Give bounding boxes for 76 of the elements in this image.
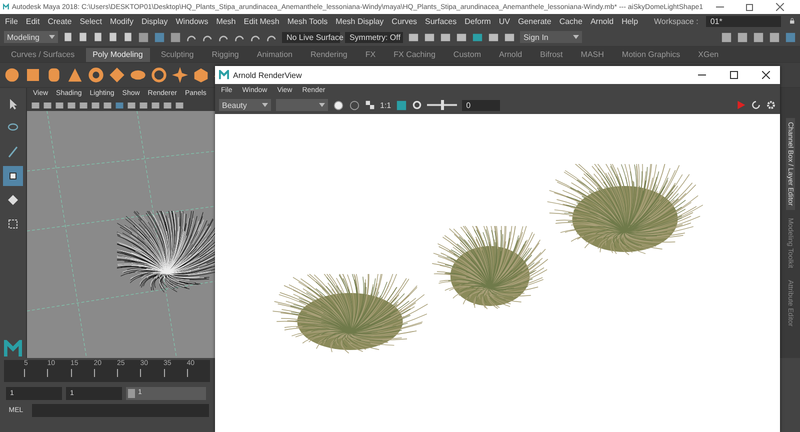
logo-icon: [3, 2, 9, 12]
torus-icon[interactable]: [88, 67, 104, 83]
slider-handle[interactable]: [440, 100, 444, 110]
arrow-icon: [7, 98, 19, 110]
menu-item[interactable]: UV: [498, 16, 510, 26]
shelf-tab[interactable]: Rendering: [303, 48, 354, 62]
zoom-ratio-button[interactable]: 1:1: [380, 100, 392, 110]
brush-icon: [7, 146, 19, 158]
menu-item[interactable]: Windows: [176, 16, 208, 26]
diamond-icon[interactable]: [109, 67, 125, 83]
square-icon: [128, 388, 135, 398]
shelf-tab[interactable]: Curves / Surfaces: [4, 48, 82, 62]
menu-item[interactable]: Mesh Display: [336, 16, 384, 26]
symmetry-dropdown[interactable]: Symmetry: Off: [345, 32, 404, 42]
caret-icon: [573, 35, 580, 39]
shelf-tab[interactable]: Motion Graphics: [614, 48, 688, 62]
close-icon: [762, 71, 770, 79]
shelf-tab[interactable]: Bifrost: [533, 48, 570, 62]
scale-icon: [7, 218, 19, 230]
menu-item[interactable]: Arnold: [590, 16, 614, 26]
star-icon[interactable]: [172, 67, 188, 83]
caret-icon: [49, 35, 56, 39]
close-icon: [776, 3, 784, 11]
mode-dropdown[interactable]: Modeling: [4, 31, 58, 43]
viewport-canvas[interactable]: [27, 111, 217, 358]
shelf-tab[interactable]: Arnold: [492, 48, 530, 62]
workspace-dropdown[interactable]: 01*: [706, 16, 781, 26]
exposure-icon[interactable]: [412, 100, 422, 110]
menu-item[interactable]: Cache: [559, 16, 582, 26]
shelf-tab[interactable]: Sculpting: [154, 48, 201, 62]
menu-item[interactable]: Create: [48, 16, 72, 26]
caret-icon: [262, 103, 268, 107]
cone-icon[interactable]: [67, 67, 83, 83]
refresh-icon[interactable]: [751, 100, 761, 110]
shelf-tab[interactable]: XGen: [691, 48, 726, 62]
tool-button[interactable]: [3, 166, 23, 186]
menu-item[interactable]: Edit Mesh: [244, 16, 280, 26]
checker-icon[interactable]: [365, 100, 375, 110]
menu-item[interactable]: File: [5, 16, 18, 26]
shelf-tab[interactable]: Animation: [250, 48, 300, 62]
cylinder-icon[interactable]: [46, 67, 62, 83]
menu-item[interactable]: Curves: [392, 16, 418, 26]
menu-item[interactable]: Mesh Tools: [287, 16, 328, 26]
workspace-label: Workspace :: [654, 16, 698, 26]
menu-item[interactable]: Select: [80, 16, 102, 26]
shelf-tab[interactable]: Poly Modeling: [86, 48, 150, 62]
exposure-field[interactable]: 0: [462, 100, 500, 110]
sphere-icon[interactable]: [4, 67, 20, 83]
circle-icon[interactable]: [333, 100, 344, 110]
caret-icon: [319, 103, 325, 107]
sign-in-dropdown[interactable]: Sign In: [520, 31, 582, 43]
settings-icon[interactable]: [766, 100, 776, 110]
shelf-tab[interactable]: MASH: [574, 48, 611, 62]
live-surface-field[interactable]: No Live Surface: [282, 32, 340, 42]
logo-icon: [219, 70, 229, 80]
window-title: Arnold RenderView: [233, 70, 303, 80]
aov-dropdown[interactable]: Beauty: [219, 99, 271, 111]
menu-item[interactable]: Surfaces: [425, 16, 457, 26]
shelf-tab[interactable]: Rigging: [204, 48, 246, 62]
lock-icon[interactable]: [788, 16, 795, 26]
menu-item[interactable]: Deform: [464, 16, 491, 26]
menu-item[interactable]: Modify: [110, 16, 134, 26]
shelf-tab[interactable]: FX Caching: [386, 48, 442, 62]
command-input-field[interactable]: [32, 404, 209, 416]
circle-icon[interactable]: [349, 100, 360, 110]
restore-icon: [746, 3, 754, 11]
ring-icon[interactable]: [151, 67, 167, 83]
menu-item[interactable]: Mesh: [216, 16, 236, 26]
menu-item[interactable]: Generate: [518, 16, 552, 26]
logo-icon: [4, 340, 22, 358]
shelf-tab[interactable]: FX: [358, 48, 383, 62]
menu-item[interactable]: Display: [142, 16, 168, 26]
menu-item[interactable]: Edit: [26, 16, 40, 26]
shelf-tab[interactable]: Custom: [446, 48, 488, 62]
maximize-icon: [730, 71, 738, 79]
menu-item[interactable]: Help: [622, 16, 638, 26]
